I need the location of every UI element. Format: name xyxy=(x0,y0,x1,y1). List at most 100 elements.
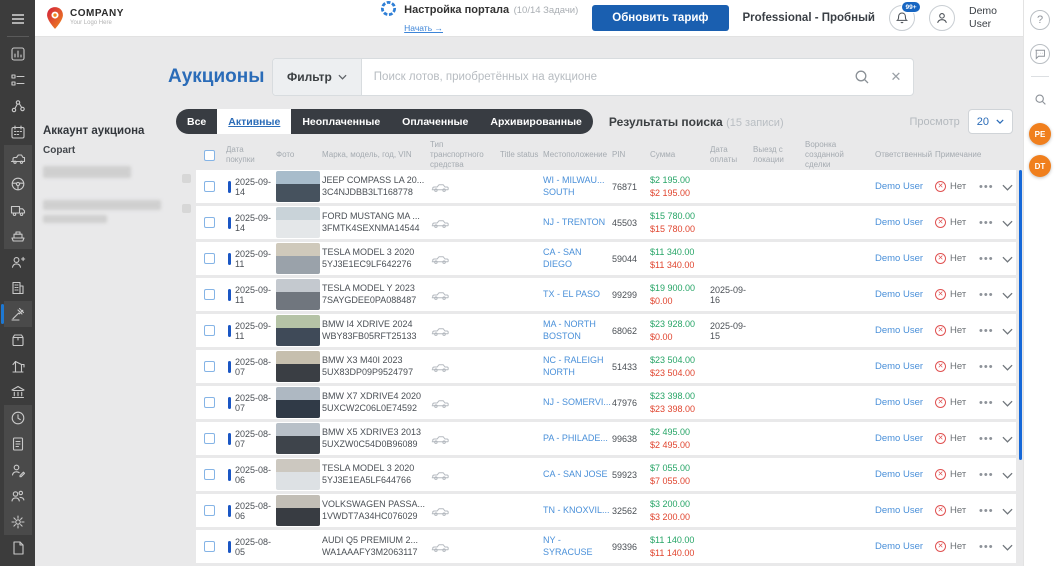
vehicle-model[interactable]: BMW X5 XDRIVE3 2013 xyxy=(322,427,421,438)
responsible-link[interactable]: Demo User xyxy=(875,289,923,300)
select-all-checkbox[interactable] xyxy=(204,150,215,161)
page-size-select[interactable]: 20 xyxy=(968,109,1013,134)
tab-unpaid[interactable]: Неоплаченные xyxy=(291,109,391,134)
sidebar-item-company[interactable] xyxy=(4,275,32,301)
row-checkbox[interactable] xyxy=(204,325,215,336)
tab-paid[interactable]: Оплаченные xyxy=(391,109,479,134)
row-expand-chevron[interactable] xyxy=(1002,502,1013,520)
row-expand-chevron[interactable] xyxy=(1002,394,1013,412)
rail-search-icon[interactable] xyxy=(1030,89,1050,109)
row-expand-chevron[interactable] xyxy=(1002,178,1013,196)
location-link[interactable]: CA - SAN JOSE xyxy=(543,469,608,481)
row-checkbox[interactable] xyxy=(204,361,215,372)
row-checkbox[interactable] xyxy=(204,217,215,228)
sidebar-item-calendar[interactable] xyxy=(4,119,32,145)
sidebar-item-document[interactable] xyxy=(4,431,32,457)
location-link[interactable]: TX - EL PASO xyxy=(543,289,600,301)
row-expand-chevron[interactable] xyxy=(1002,214,1013,232)
vehicle-photo[interactable] xyxy=(276,387,320,418)
row-checkbox[interactable] xyxy=(204,505,215,516)
location-link[interactable]: NJ - SOMERVI... xyxy=(543,397,611,409)
row-checkbox[interactable] xyxy=(204,181,215,192)
row-checkbox[interactable] xyxy=(204,289,215,300)
sidebar-item-clock[interactable] xyxy=(4,405,32,431)
row-expand-chevron[interactable] xyxy=(1002,286,1013,304)
location-link[interactable]: WI - MILWAU... SOUTH xyxy=(543,175,612,198)
badge-pe[interactable]: PE xyxy=(1029,123,1051,145)
location-link[interactable]: TN - KNOXVIL... xyxy=(543,505,610,517)
company-logo[interactable]: COMPANY Your Logo Here xyxy=(45,6,124,30)
vehicle-model[interactable]: VOLKSWAGEN PASSA... xyxy=(322,499,425,510)
row-checkbox[interactable] xyxy=(204,433,215,444)
row-checkbox[interactable] xyxy=(204,397,215,408)
row-expand-chevron[interactable] xyxy=(1002,466,1013,484)
vehicle-photo[interactable] xyxy=(276,315,320,346)
vehicle-photo[interactable] xyxy=(276,423,320,454)
search-input[interactable] xyxy=(362,71,845,83)
sidebar-item-steering-wheel[interactable] xyxy=(4,171,32,197)
vehicle-photo[interactable] xyxy=(276,171,320,202)
responsible-link[interactable]: Demo User xyxy=(875,541,923,552)
sidebar-item-clients[interactable] xyxy=(4,249,32,275)
badge-dt[interactable]: DT xyxy=(1029,155,1051,177)
row-checkbox[interactable] xyxy=(204,253,215,264)
search-icon[interactable] xyxy=(845,69,879,85)
row-expand-chevron[interactable] xyxy=(1002,430,1013,448)
vehicle-model[interactable]: TESLA MODEL 3 2020 xyxy=(322,463,414,474)
location-link[interactable]: MA - NORTH BOSTON xyxy=(543,319,612,342)
sidebar-item-gavel[interactable] xyxy=(4,301,32,327)
row-expand-chevron[interactable] xyxy=(1002,358,1013,376)
chat-icon[interactable] xyxy=(1030,44,1050,64)
vehicle-photo[interactable] xyxy=(276,243,320,274)
tab-archived[interactable]: Архивированные xyxy=(479,109,593,134)
row-expand-chevron[interactable] xyxy=(1002,250,1013,268)
vehicle-photo[interactable] xyxy=(276,531,320,562)
location-link[interactable]: NJ - TRENTON xyxy=(543,217,605,229)
sidebar-item-person-edit[interactable] xyxy=(4,457,32,483)
responsible-link[interactable]: Demo User xyxy=(875,469,923,480)
sidebar-item-tasks[interactable] xyxy=(4,67,32,93)
vehicle-model[interactable]: JEEP COMPASS LA 20... xyxy=(322,175,424,186)
sidebar-item-dashboard[interactable] xyxy=(4,41,32,67)
responsible-link[interactable]: Demo User xyxy=(875,433,923,444)
vehicle-model[interactable]: BMW X7 XDRIVE4 2020 xyxy=(322,391,421,402)
vehicle-photo[interactable] xyxy=(276,459,320,490)
sidebar-item-crane[interactable] xyxy=(4,353,32,379)
tab-all[interactable]: Все xyxy=(176,109,217,134)
upgrade-plan-button[interactable]: Обновить тариф xyxy=(592,5,728,31)
sidebar-item-package[interactable] xyxy=(4,327,32,353)
vehicle-model[interactable]: TESLA MODEL 3 2020 xyxy=(322,247,414,258)
vehicle-model[interactable]: BMW X3 M40I 2023 xyxy=(322,355,403,366)
vehicle-model[interactable]: FORD MUSTANG MA ... xyxy=(322,211,420,222)
sidebar-item-settings[interactable] xyxy=(4,509,32,535)
responsible-link[interactable]: Demo User xyxy=(875,181,923,192)
row-checkbox[interactable] xyxy=(204,469,215,480)
location-link[interactable]: NC - RALEIGH NORTH xyxy=(543,355,612,378)
vehicle-photo[interactable] xyxy=(276,207,320,238)
vehicle-model[interactable]: TESLA MODEL Y 2023 xyxy=(322,283,415,294)
vehicle-photo[interactable] xyxy=(276,495,320,526)
filter-button[interactable]: Фильтр xyxy=(273,59,362,95)
sidebar-item-container[interactable] xyxy=(4,223,32,249)
vehicle-photo[interactable] xyxy=(276,279,320,310)
tab-active[interactable]: Активные xyxy=(217,109,291,134)
vehicle-model[interactable]: AUDI Q5 PREMIUM 2... xyxy=(322,535,418,546)
sidebar-item-team[interactable] xyxy=(4,483,32,509)
responsible-link[interactable]: Demo User xyxy=(875,253,923,264)
sidebar-item-network[interactable] xyxy=(4,93,32,119)
row-checkbox[interactable] xyxy=(204,541,215,552)
portal-setup-start-link[interactable]: Начать → xyxy=(404,23,443,33)
vertical-scrollbar[interactable] xyxy=(1019,170,1023,460)
location-link[interactable]: NY - SYRACUSE xyxy=(543,535,612,558)
help-icon[interactable]: ? xyxy=(1030,10,1050,30)
sidebar-item-truck[interactable] xyxy=(4,197,32,223)
vehicle-photo[interactable] xyxy=(276,351,320,382)
row-expand-chevron[interactable] xyxy=(1002,538,1013,556)
user-avatar-icon[interactable] xyxy=(929,5,955,31)
notifications-bell-icon[interactable]: 99+ xyxy=(889,5,915,31)
responsible-link[interactable]: Demo User xyxy=(875,505,923,516)
sidebar-item-file[interactable] xyxy=(4,535,32,561)
menu-icon[interactable] xyxy=(5,8,31,30)
location-link[interactable]: PA - PHILADE... xyxy=(543,433,608,445)
location-link[interactable]: CA - SAN DIEGO xyxy=(543,247,612,270)
